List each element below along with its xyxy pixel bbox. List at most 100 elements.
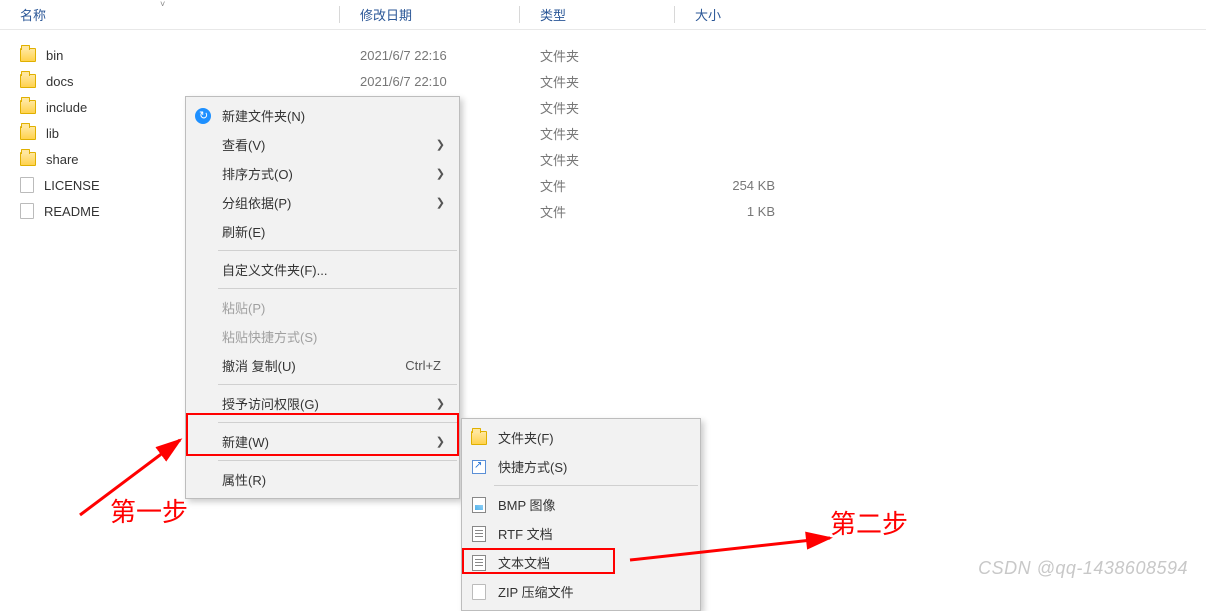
- menu-view[interactable]: 查看(V) ❯: [186, 130, 459, 159]
- menu-label: ZIP 压缩文件: [498, 582, 574, 601]
- menu-new-folder[interactable]: 新建文件夹(N): [186, 101, 459, 130]
- menu-label: 粘贴(P): [222, 298, 265, 317]
- refresh-icon: [194, 107, 212, 125]
- menu-label: 粘贴快捷方式(S): [222, 327, 317, 346]
- menu-separator: [218, 422, 457, 423]
- file-row[interactable]: bin 2021/6/7 22:16文件夹: [0, 42, 1206, 68]
- column-header-name-label: 名称: [20, 8, 46, 23]
- menu-properties[interactable]: 属性(R): [186, 465, 459, 494]
- file-date-cell: 2021/6/7 22:10: [340, 74, 520, 89]
- shortcut-icon: [470, 458, 488, 476]
- column-header-type[interactable]: 类型: [520, 1, 675, 28]
- file-list-view: 名称˅ 修改日期 类型 大小 bin2021/6/7 22:16文件夹docs2…: [0, 0, 1206, 224]
- file-row[interactable]: README 文件1 KB: [0, 198, 1206, 224]
- folder-icon: [20, 152, 36, 166]
- folder-icon: [20, 48, 36, 62]
- file-name-label: docs: [46, 74, 73, 89]
- menu-customize-folder[interactable]: 自定义文件夹(F)...: [186, 255, 459, 284]
- file-name-label: README: [44, 204, 100, 219]
- submenu-folder[interactable]: 文件夹(F): [462, 423, 700, 452]
- menu-separator: [218, 460, 457, 461]
- menu-label: 新建(W): [222, 432, 269, 451]
- file-name-label: lib: [46, 126, 59, 141]
- file-type-cell: 文件: [520, 202, 675, 221]
- menu-undo-copy[interactable]: 撤消 复制(U)Ctrl+Z: [186, 351, 459, 380]
- txt-icon: [470, 554, 488, 572]
- chevron-right-icon: ❯: [436, 167, 449, 180]
- file-name-cell: docs: [0, 74, 340, 89]
- rtf-icon: [470, 525, 488, 543]
- menu-refresh[interactable]: 刷新(E): [186, 217, 459, 246]
- file-row[interactable]: LICENSE 文件254 KB: [0, 172, 1206, 198]
- menu-label: BMP 图像: [498, 495, 556, 514]
- menu-sort[interactable]: 排序方式(O)❯: [186, 159, 459, 188]
- chevron-right-icon: ❯: [436, 138, 449, 151]
- menu-label: 快捷方式(S): [498, 457, 567, 476]
- submenu-bmp[interactable]: BMP 图像: [462, 490, 700, 519]
- file-row[interactable]: lib 文件夹: [0, 120, 1206, 146]
- file-rows: bin2021/6/7 22:16文件夹docs2021/6/7 22:10文件…: [0, 30, 1206, 224]
- submenu-shortcut[interactable]: 快捷方式(S): [462, 452, 700, 481]
- chevron-right-icon: ❯: [436, 397, 449, 410]
- file-icon: [470, 583, 488, 601]
- file-size-cell: 254 KB: [675, 178, 795, 193]
- chevron-right-icon: ❯: [436, 196, 449, 209]
- file-icon: [20, 203, 34, 219]
- menu-grant-access[interactable]: 授予访问权限(G) ❯: [186, 389, 459, 418]
- menu-group[interactable]: 分组依据(P) ❯: [186, 188, 459, 217]
- menu-separator: [218, 250, 457, 251]
- file-name-cell: bin: [0, 48, 340, 63]
- sort-indicator-icon: ˅: [160, 0, 165, 9]
- watermark: CSDN @qq-1438608594: [978, 558, 1188, 579]
- menu-label: 授予访问权限(G): [222, 394, 319, 413]
- file-size-cell: 1 KB: [675, 204, 795, 219]
- file-type-cell: 文件夹: [520, 46, 675, 65]
- menu-label: 自定义文件夹(F)...: [222, 260, 327, 279]
- menu-label: 分组依据(P): [222, 193, 291, 212]
- menu-label: 文本文档: [498, 553, 550, 572]
- folder-icon: [20, 100, 36, 114]
- annotation-arrow-2: [620, 520, 840, 570]
- menu-shortcut: Ctrl+Z: [405, 358, 449, 373]
- column-header-date[interactable]: 修改日期: [340, 1, 520, 28]
- menu-label: 刷新(E): [222, 222, 265, 241]
- bmp-icon: [470, 496, 488, 514]
- folder-icon: [470, 429, 488, 447]
- menu-separator: [218, 288, 457, 289]
- file-row[interactable]: share 文件夹: [0, 146, 1206, 172]
- context-submenu-new: 文件夹(F) 快捷方式(S) BMP 图像 RTF 文档 文本文档 ZIP 压缩…: [461, 418, 701, 611]
- submenu-zip[interactable]: ZIP 压缩文件: [462, 577, 700, 606]
- file-type-cell: 文件夹: [520, 72, 675, 91]
- menu-paste-shortcut: 粘贴快捷方式(S): [186, 322, 459, 351]
- menu-separator: [494, 485, 698, 486]
- file-name-label: include: [46, 100, 87, 115]
- file-name-label: share: [46, 152, 79, 167]
- column-header-date-label: 修改日期: [360, 8, 412, 23]
- menu-label: 文件夹(F): [498, 428, 554, 447]
- folder-icon: [20, 126, 36, 140]
- menu-separator: [218, 384, 457, 385]
- context-menu: 新建文件夹(N) 查看(V)❯ 排序方式(O)❯ 分组依据(P)❯ 刷新(E) …: [185, 96, 460, 499]
- column-header-size[interactable]: 大小: [675, 1, 795, 28]
- file-row[interactable]: include 文件夹: [0, 94, 1206, 120]
- menu-label: 新建文件夹(N): [222, 106, 305, 125]
- file-type-cell: 文件夹: [520, 124, 675, 143]
- menu-label: 属性(R): [222, 470, 266, 489]
- menu-new[interactable]: 新建(W) ❯: [186, 427, 459, 456]
- column-headers: 名称 ˅ 修改日期 类型 大小: [0, 0, 1206, 30]
- file-name-label: LICENSE: [44, 178, 100, 193]
- menu-paste: 粘贴(P): [186, 293, 459, 322]
- file-type-cell: 文件夹: [520, 150, 675, 169]
- column-header-name[interactable]: 名称 ˅: [0, 1, 340, 28]
- file-date-cell: 2021/6/7 22:16: [340, 48, 520, 63]
- annotation-text-step1: 第一步: [110, 492, 188, 529]
- column-header-type-label: 类型: [540, 8, 566, 23]
- annotation-text-step2: 第二步: [830, 504, 908, 541]
- file-name-label: bin: [46, 48, 63, 63]
- folder-icon: [20, 74, 36, 88]
- file-row[interactable]: docs 2021/6/7 22:10文件夹: [0, 68, 1206, 94]
- chevron-right-icon: ❯: [436, 435, 449, 448]
- menu-label: 查看(V): [222, 135, 265, 154]
- file-type-cell: 文件: [520, 176, 675, 195]
- file-type-cell: 文件夹: [520, 98, 675, 117]
